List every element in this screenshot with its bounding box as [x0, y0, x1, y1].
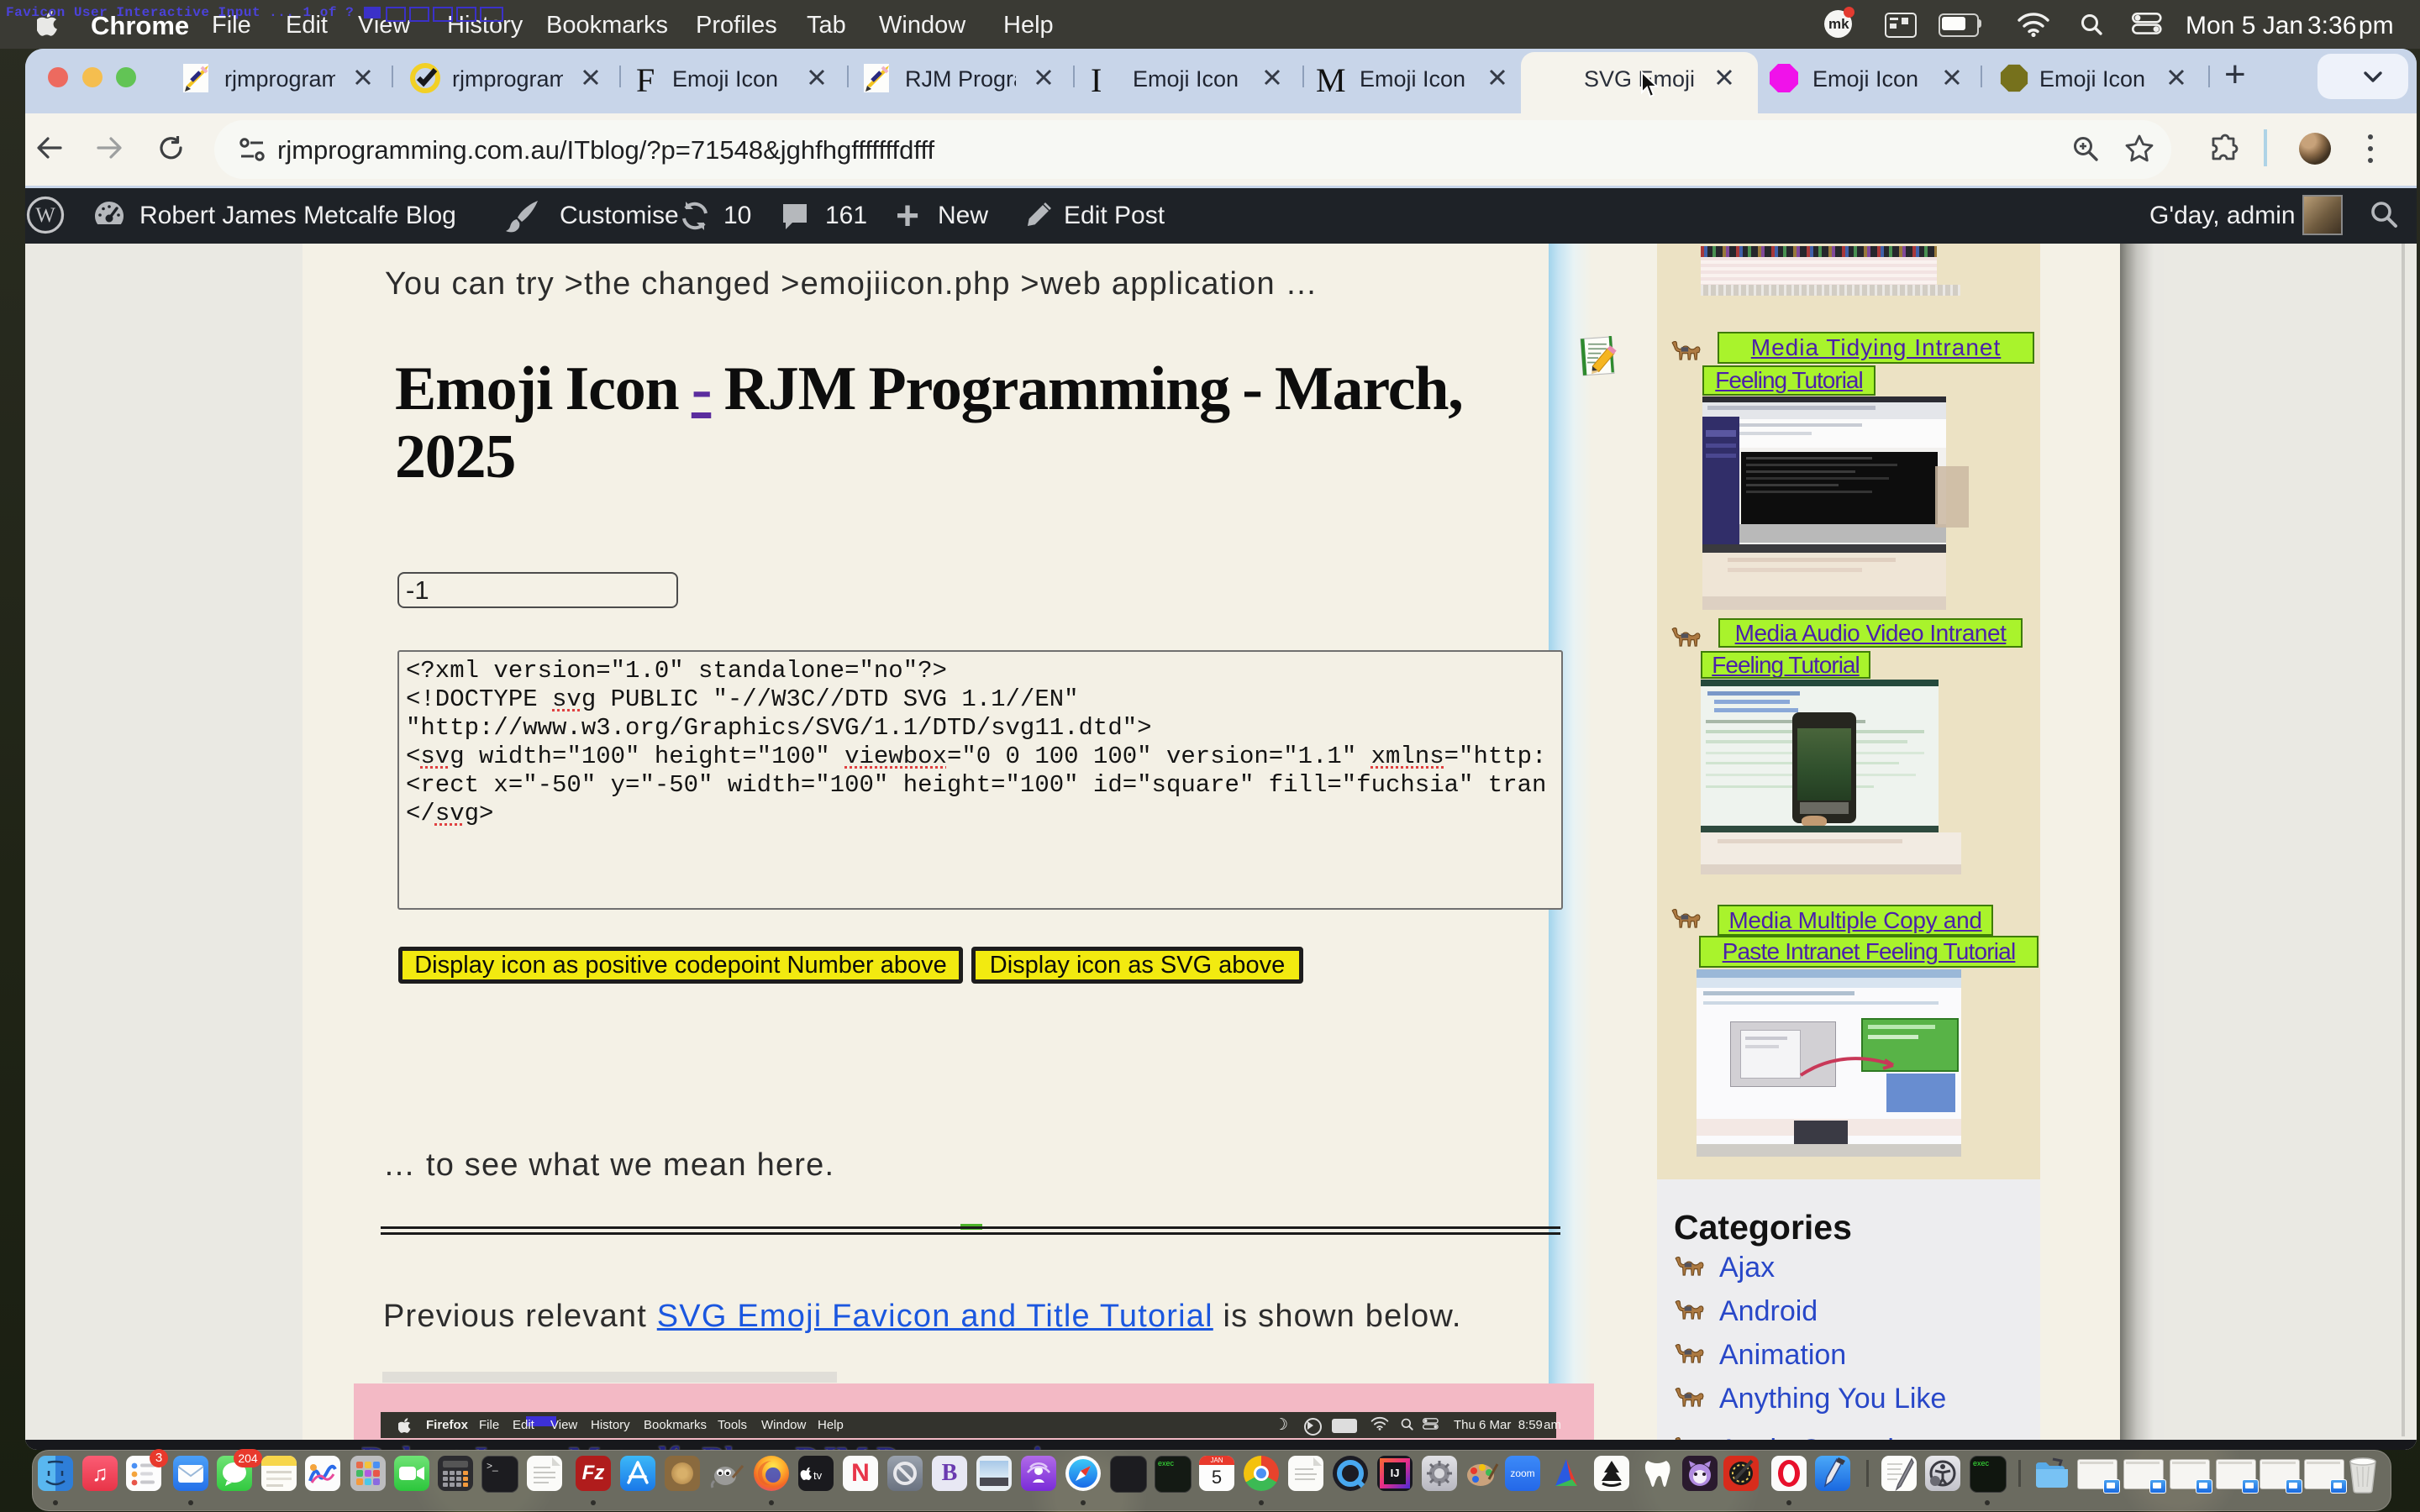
svg-text:tv: tv: [813, 1469, 823, 1482]
svg-text:W: W: [35, 204, 55, 227]
